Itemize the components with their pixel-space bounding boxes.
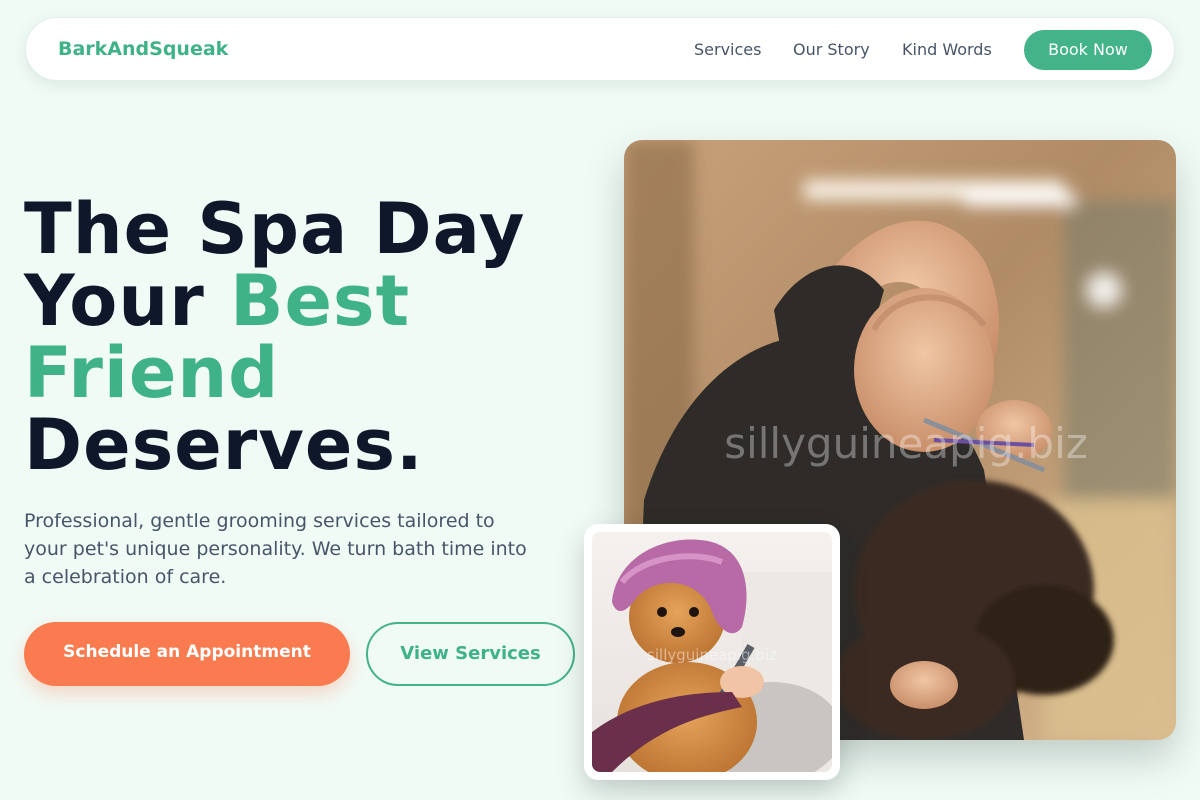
hero-title-accent-best: Best xyxy=(230,260,411,342)
hero-title-line-1: The Spa Day xyxy=(24,188,526,270)
nav-link-kind-words[interactable]: Kind Words xyxy=(902,40,992,59)
dog-towel-photo: sillyguineapig.biz xyxy=(592,532,832,772)
hero-title-line-2: Your xyxy=(24,260,231,342)
navbar: BarkAndSqueak Services Our Story Kind Wo… xyxy=(25,17,1175,81)
view-services-button[interactable]: View Services xyxy=(366,622,575,686)
book-now-button[interactable]: Book Now xyxy=(1024,30,1152,70)
hero-title-line-4: Deserves. xyxy=(24,404,424,486)
small-photo-watermark: sillyguineapig.biz xyxy=(647,646,777,664)
hero-title-accent-friend: Friend xyxy=(24,332,280,414)
schedule-appointment-button[interactable]: Schedule an Appointment xyxy=(24,622,350,686)
hero-title: The Spa Day Your Best Friend Deserves. xyxy=(24,193,584,481)
dog-towel-photo-card: sillyguineapig.biz xyxy=(584,524,840,780)
hero-subtitle: Professional, gentle grooming services t… xyxy=(24,510,527,588)
nav-link-services[interactable]: Services xyxy=(694,40,761,59)
main-photo-watermark: sillyguineapig.biz xyxy=(724,419,1088,468)
nav-link-our-story[interactable]: Our Story xyxy=(793,40,870,59)
brand-logo[interactable]: BarkAndSqueak xyxy=(58,38,228,60)
